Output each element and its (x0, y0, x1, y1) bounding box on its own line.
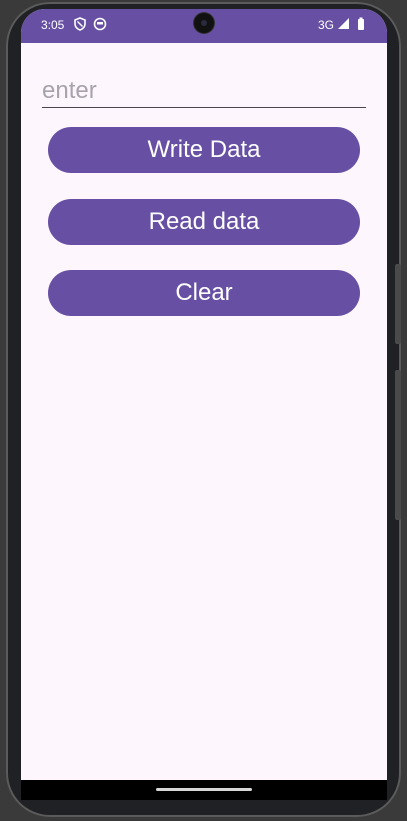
clear-button[interactable]: Clear (48, 270, 360, 316)
data-input-container (42, 77, 366, 108)
power-button (395, 370, 401, 520)
volume-button (395, 264, 401, 344)
status-bar: 3:05 3G (21, 9, 387, 43)
notification-app-icon (93, 17, 107, 31)
navigation-bar (21, 780, 387, 800)
data-input[interactable] (42, 77, 366, 105)
status-time: 3:05 (41, 18, 65, 32)
read-data-button[interactable]: Read data (48, 199, 360, 245)
network-type: 3G (318, 18, 335, 32)
home-gesture-handle[interactable] (156, 788, 252, 791)
app-screen: 3:05 3G Wri (21, 9, 387, 789)
signal-icon (337, 17, 351, 31)
front-camera (194, 13, 214, 33)
shield-icon (73, 17, 87, 31)
write-data-button[interactable]: Write Data (48, 127, 360, 173)
battery-icon (354, 17, 368, 31)
